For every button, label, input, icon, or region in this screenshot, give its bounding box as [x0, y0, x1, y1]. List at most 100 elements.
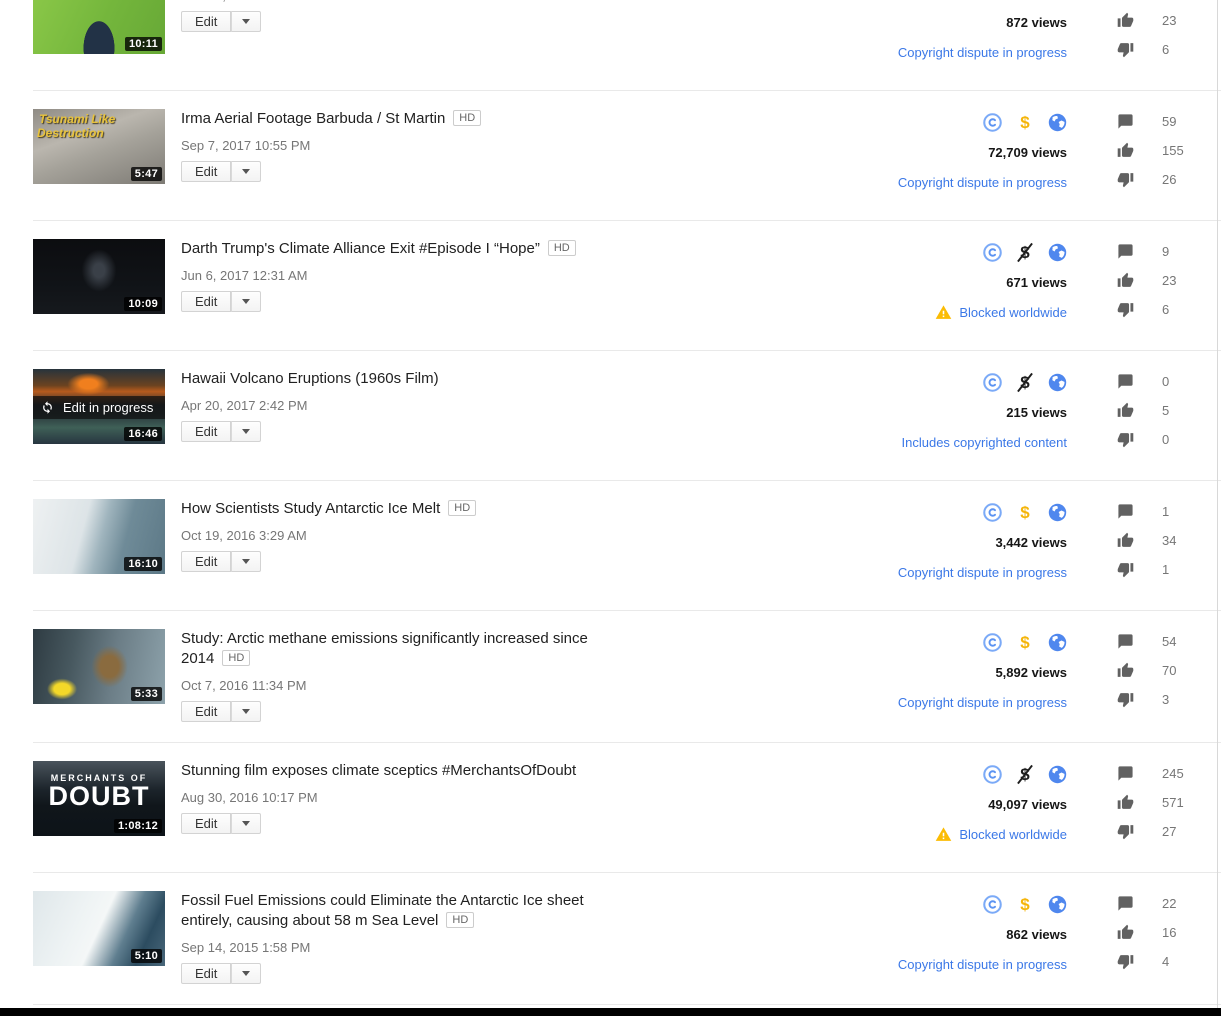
rights-icons: $ [898, 895, 1067, 914]
video-thumbnail[interactable]: Tsunami Like Destruction 5:47 [33, 109, 165, 184]
thumbs-up-icon [1117, 532, 1134, 549]
video-thumbnail[interactable]: 5:33 [33, 629, 165, 704]
status-link[interactable]: Copyright dispute in progress [898, 564, 1067, 581]
edit-button[interactable]: Edit [181, 701, 231, 722]
rights-icons [898, 0, 1067, 2]
rights-icons: $ [898, 113, 1067, 132]
dislikes-stat: 27 [1117, 823, 1221, 839]
bottom-black-bar [0, 1008, 1221, 1016]
views-count: 862 views [898, 926, 1067, 943]
upload-date: Oct 19, 2016 3:29 AM [181, 527, 890, 544]
chevron-down-icon [242, 709, 250, 714]
edit-dropdown-button[interactable] [231, 963, 261, 984]
edit-dropdown-button[interactable] [231, 551, 261, 572]
chevron-down-icon [242, 559, 250, 564]
thumbs-up-icon [1117, 272, 1134, 289]
monetization-icon: $ [1019, 503, 1031, 522]
video-title-link[interactable]: Darth Trump's Climate Alliance Exit #Epi… [181, 240, 540, 257]
video-row: 5:10 Fossil Fuel Emissions could Elimina… [0, 872, 1221, 1004]
edit-button[interactable]: Edit [181, 11, 231, 32]
views-count: 671 views [935, 274, 1067, 291]
chevron-down-icon [242, 169, 250, 174]
thumbs-down-icon [1117, 171, 1134, 188]
comments-icon [1117, 765, 1134, 782]
thumbs-down-icon [1117, 823, 1134, 840]
upload-date: Oct 7, 2016 11:34 PM [181, 677, 890, 694]
video-manager-page: 10:11 Nov 10, 2017 10:40 PM Edit 872 vie… [0, 0, 1221, 1016]
monetization-off-icon: $ [1019, 765, 1031, 784]
video-title-link[interactable]: Irma Aerial Footage Barbuda / St Martin [181, 110, 445, 127]
status-line: Copyright dispute in progress [898, 174, 1067, 191]
video-thumbnail[interactable]: 10:11 [33, 0, 165, 54]
edit-button[interactable]: Edit [181, 963, 231, 984]
video-title-link[interactable]: Stunning film exposes climate sceptics #… [181, 762, 576, 779]
video-thumbnail[interactable]: 16:10 [33, 499, 165, 574]
status-line: Blocked worldwide [935, 826, 1067, 843]
status-link[interactable]: Blocked worldwide [959, 304, 1067, 321]
status-link[interactable]: Blocked worldwide [959, 826, 1067, 843]
comments-icon [1117, 373, 1134, 390]
edit-button[interactable]: Edit [181, 421, 231, 442]
chevron-down-icon [242, 971, 250, 976]
likes-stat: 155 [1117, 142, 1221, 158]
video-thumbnail[interactable]: Edit in progress 16:46 [33, 369, 165, 444]
rights-icons: $ [935, 243, 1067, 262]
comments-count: 245 [1162, 766, 1184, 781]
comments-icon [1117, 633, 1134, 650]
video-thumbnail[interactable]: MERCHANTS OF DOUBT 1:08:12 [33, 761, 165, 836]
video-title-line: Darth Trump's Climate Alliance Exit #Epi… [181, 239, 613, 259]
thumbs-down-icon [1117, 41, 1134, 58]
status-link[interactable]: Copyright dispute in progress [898, 694, 1067, 711]
dislikes-count: 1 [1162, 562, 1169, 577]
likes-stat: 23 [1117, 12, 1221, 28]
likes-count: 5 [1162, 403, 1169, 418]
duration-badge: 10:11 [125, 37, 162, 51]
status-link[interactable]: Copyright dispute in progress [898, 174, 1067, 191]
edit-dropdown-button[interactable] [231, 291, 261, 312]
upload-date: Nov 10, 2017 10:40 PM [181, 0, 890, 4]
status-line: Includes copyrighted content [902, 434, 1068, 451]
likes-stat: 16 [1117, 924, 1221, 940]
edit-dropdown-button[interactable] [231, 161, 261, 182]
edit-dropdown-button[interactable] [231, 11, 261, 32]
edit-button-group: Edit [181, 701, 261, 722]
status-link[interactable]: Copyright dispute in progress [898, 44, 1067, 61]
hd-badge: HD [548, 240, 576, 256]
upload-date: Jun 6, 2017 12:31 AM [181, 267, 927, 284]
edit-button[interactable]: Edit [181, 551, 231, 572]
video-thumbnail[interactable]: 10:09 [33, 239, 165, 314]
video-title-link[interactable]: How Scientists Study Antarctic Ice Melt [181, 500, 440, 517]
video-row: 16:10 How Scientists Study Antarctic Ice… [0, 480, 1221, 610]
dislikes-count: 0 [1162, 432, 1169, 447]
edit-dropdown-button[interactable] [231, 701, 261, 722]
likes-count: 70 [1162, 663, 1176, 678]
edit-button[interactable]: Edit [181, 813, 231, 834]
status-link[interactable]: Includes copyrighted content [902, 434, 1068, 451]
comments-count: 1 [1162, 504, 1169, 519]
comments-stat: 59 [1117, 113, 1221, 129]
edit-button[interactable]: Edit [181, 161, 231, 182]
likes-count: 16 [1162, 925, 1176, 940]
dislikes-stat: 0 [1117, 431, 1221, 447]
video-thumbnail[interactable]: 5:10 [33, 891, 165, 966]
status-link[interactable]: Copyright dispute in progress [898, 956, 1067, 973]
status-line: Copyright dispute in progress [898, 694, 1067, 711]
thumbs-up-icon [1117, 662, 1134, 679]
video-title-line: Irma Aerial Footage Barbuda / St MartinH… [181, 109, 613, 129]
comments-stat: 1 [1117, 503, 1221, 519]
dislikes-stat: 4 [1117, 953, 1221, 969]
video-title-link[interactable]: Hawaii Volcano Eruptions (1960s Film) [181, 370, 439, 387]
duration-badge: 1:08:12 [114, 819, 162, 833]
upload-date: Aug 30, 2016 10:17 PM [181, 789, 927, 806]
video-title-link[interactable]: Fossil Fuel Emissions could Eliminate th… [181, 892, 584, 929]
edit-button-group: Edit [181, 11, 261, 32]
edit-button[interactable]: Edit [181, 291, 231, 312]
edit-dropdown-button[interactable] [231, 813, 261, 834]
dislikes-count: 3 [1162, 692, 1169, 707]
video-title-line: Fossil Fuel Emissions could Eliminate th… [181, 891, 613, 931]
thumbs-down-icon [1117, 431, 1134, 448]
hd-badge: HD [446, 912, 474, 928]
edit-dropdown-button[interactable] [231, 421, 261, 442]
thumbs-up-icon [1117, 794, 1134, 811]
thumbnail-art-text: MERCHANTS OF DOUBT [33, 773, 165, 809]
